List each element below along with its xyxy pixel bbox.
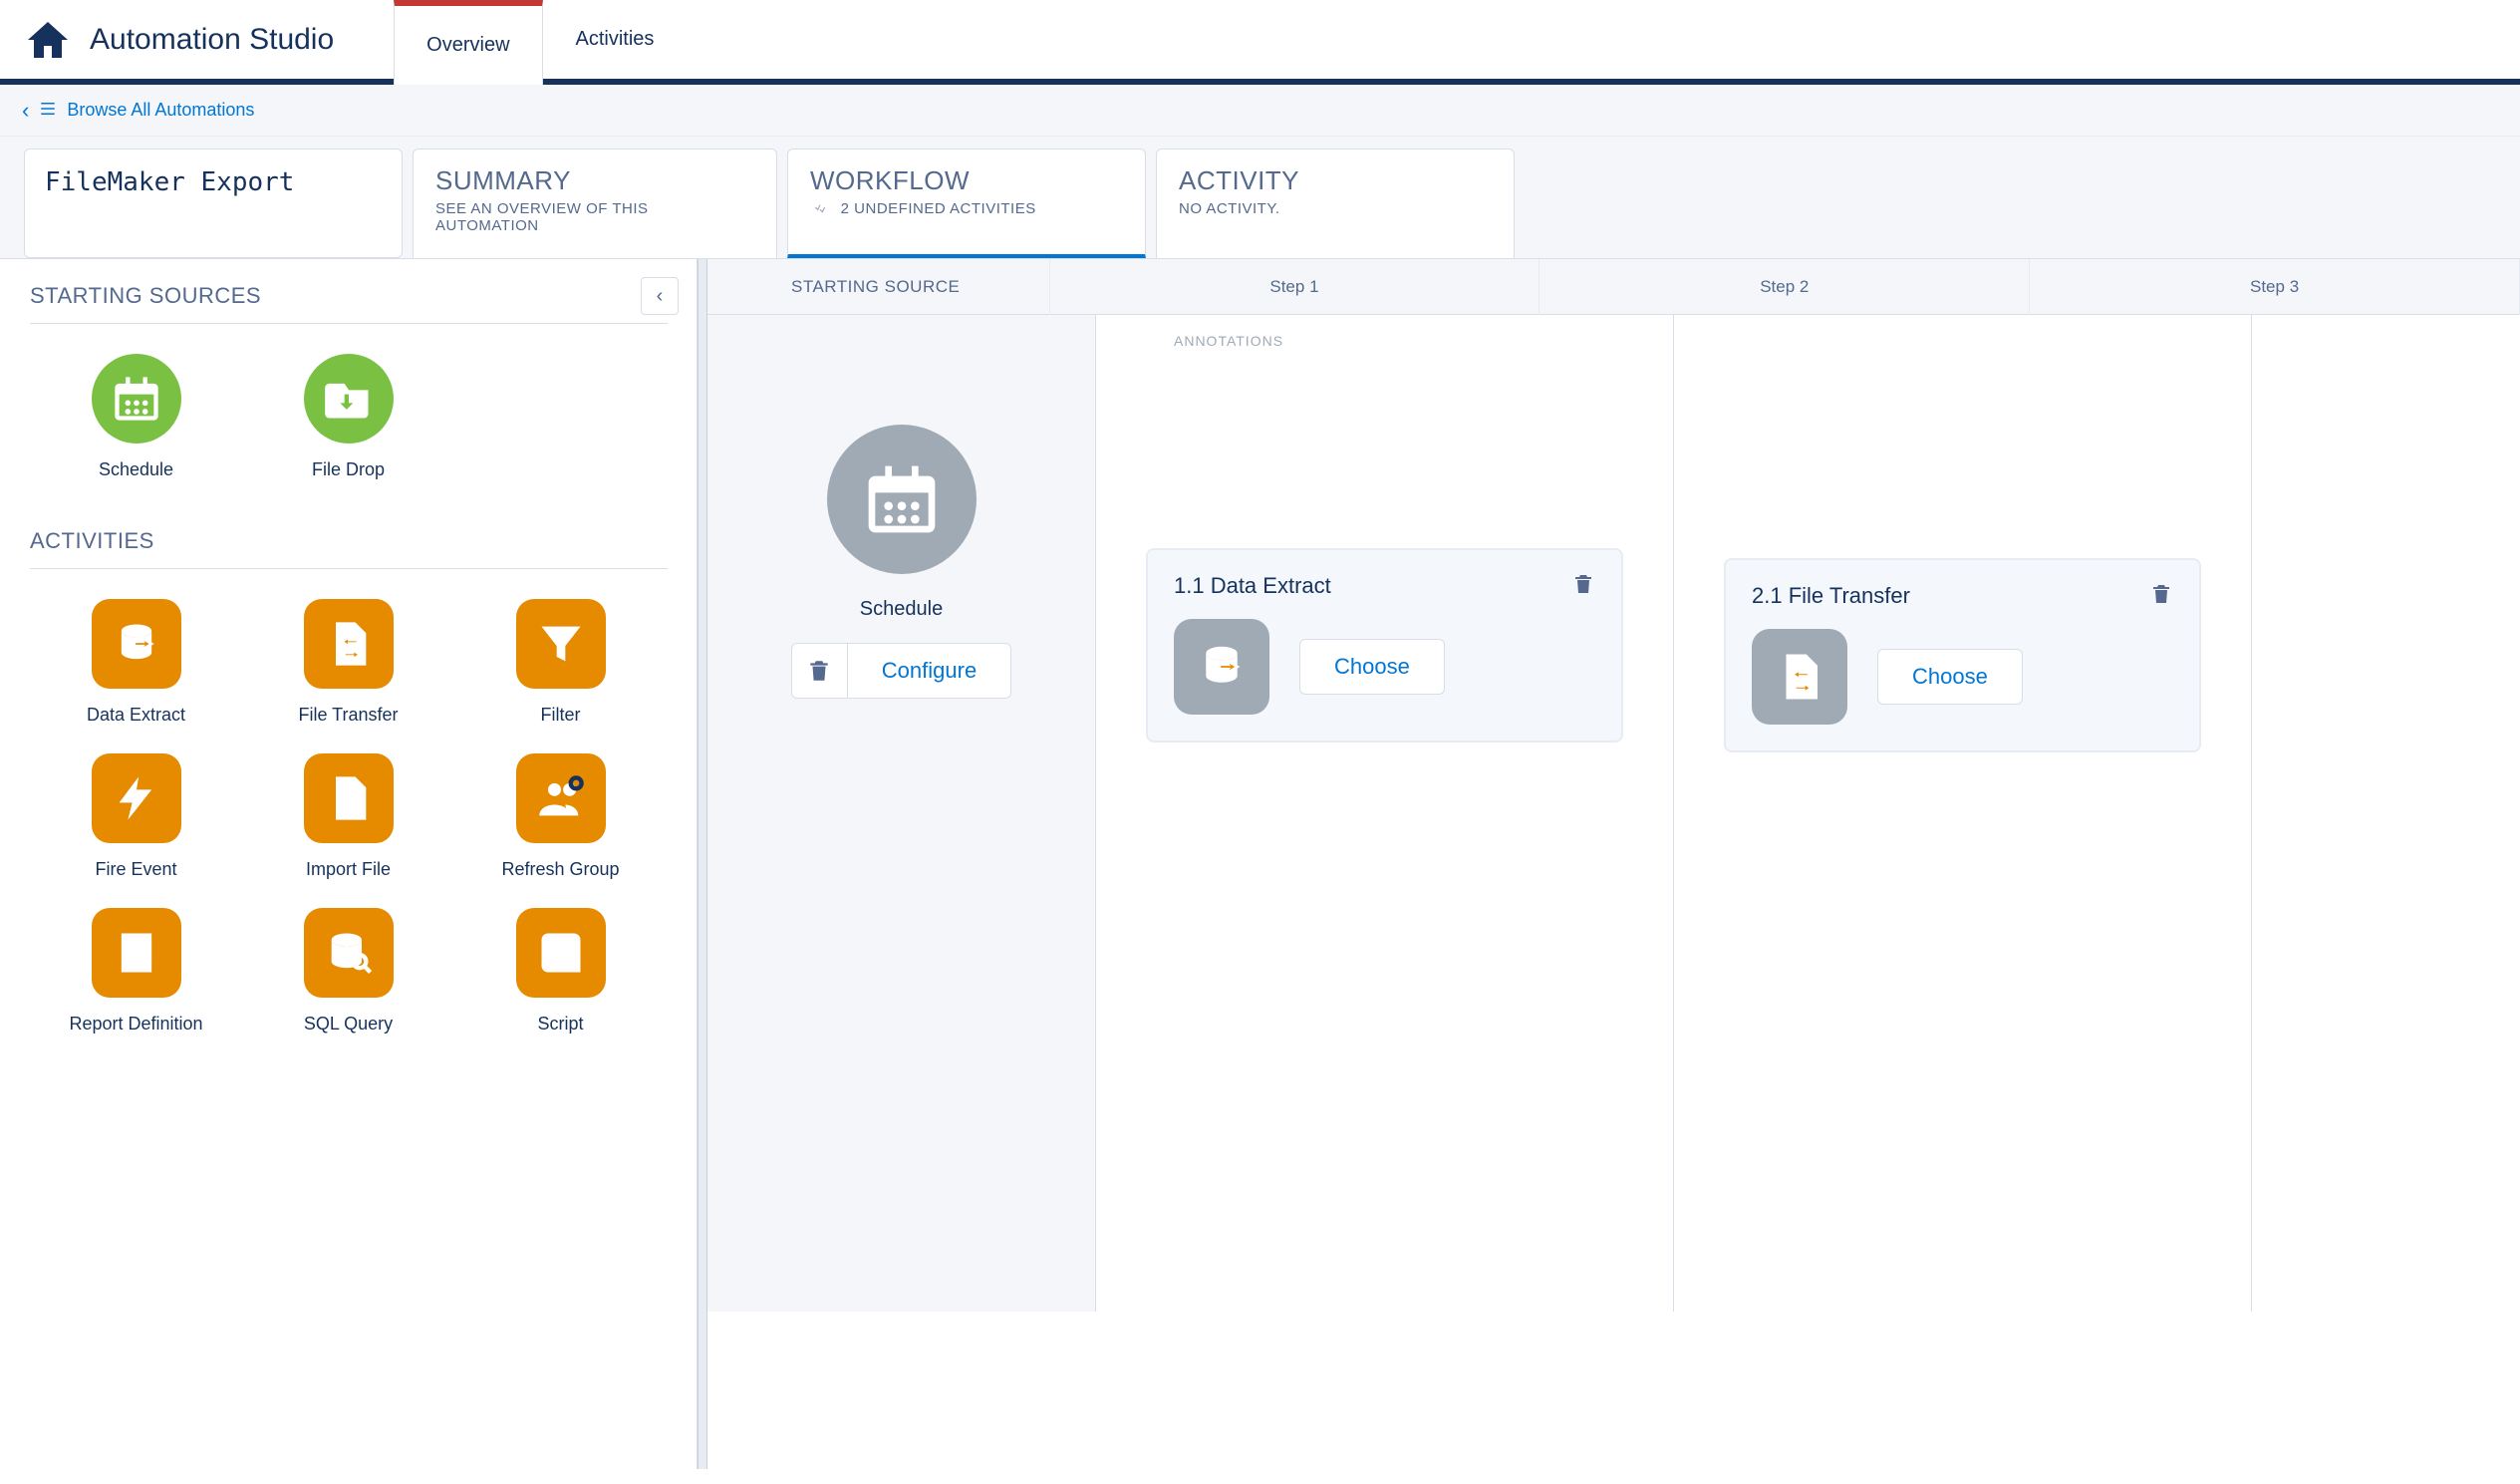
palette-script[interactable]: Script (454, 908, 667, 1035)
palette-item-label: Report Definition (69, 1014, 202, 1035)
home-icon (24, 16, 72, 64)
palette-refresh-group[interactable]: Refresh Group (454, 753, 667, 880)
header-cards: SUMMARY SEE AN OVERVIEW OF THIS AUTOMATI… (0, 137, 2520, 259)
palette-file-transfer[interactable]: File Transfer (242, 599, 454, 726)
col-step-2: Step 2 (1540, 259, 2030, 315)
step-3-column (2252, 315, 2520, 1312)
palette-item-label: File Transfer (298, 705, 398, 726)
breadcrumb-bar: ‹ Browse All Automations (0, 85, 2520, 137)
col-step-3: Step 3 (2030, 259, 2520, 315)
workflow-sub-text: 2 UNDEFINED ACTIVITIES (841, 200, 1036, 217)
scheduled-source-icon (827, 425, 977, 574)
palette-item-label: Data Extract (87, 705, 185, 726)
list-icon (39, 100, 57, 121)
delete-activity-button[interactable] (1571, 572, 1595, 599)
configure-button[interactable]: Configure (847, 643, 1011, 699)
home-button[interactable] (18, 0, 90, 79)
palette-item-label: Script (537, 1014, 583, 1035)
report-icon (111, 927, 162, 979)
activity-card-tab[interactable]: ACTIVITY NO ACTIVITY. (1156, 148, 1515, 258)
palette-import-file[interactable]: Import File (242, 753, 454, 880)
group-refresh-icon (535, 772, 587, 824)
calendar-icon (111, 373, 162, 425)
file-down-icon (323, 772, 375, 824)
palette-item-label: Fire Event (95, 859, 176, 880)
data-extract-icon (111, 618, 162, 670)
delete-source-button[interactable] (791, 643, 847, 699)
vertical-splitter[interactable] (698, 259, 707, 1469)
trash-icon (2149, 582, 2173, 606)
sql-icon (323, 927, 375, 979)
starting-sources-heading: STARTING SOURCES (30, 283, 261, 309)
activity-card-title: 1.1 Data Extract (1174, 573, 1331, 599)
undefined-icon (810, 200, 830, 218)
palette-item-label: Refresh Group (501, 859, 619, 880)
annotations-label: ANNOTATIONS (1096, 315, 1673, 349)
palette-filter[interactable]: Filter (454, 599, 667, 726)
activity-title: ACTIVITY (1179, 165, 1492, 196)
browse-all-link[interactable]: Browse All Automations (67, 100, 254, 121)
funnel-icon (535, 618, 587, 670)
file-transfer-icon (323, 618, 375, 670)
palette-report-definition[interactable]: Report Definition (30, 908, 242, 1035)
palette-item-label: Schedule (99, 459, 173, 480)
palette-filedrop[interactable]: File Drop (242, 354, 454, 480)
summary-title: SUMMARY (435, 165, 754, 196)
delete-activity-button[interactable] (2149, 582, 2173, 609)
data-extract-icon (1174, 619, 1269, 715)
palette-panel: ‹ STARTING SOURCES Schedule File Drop AC… (0, 259, 698, 1469)
script-icon (535, 927, 587, 979)
workflow-canvas: STARTING SOURCE Step 1 Step 2 Step 3 Sch… (707, 259, 2520, 1469)
palette-sql-query[interactable]: SQL Query (242, 908, 454, 1035)
divider (30, 568, 668, 569)
workflow-sub: 2 UNDEFINED ACTIVITIES (810, 200, 1123, 218)
automation-name-input[interactable] (24, 148, 403, 258)
chevron-left-icon[interactable]: ‹ (22, 100, 29, 122)
activity-card-1[interactable]: 1.1 Data Extract Choose (1146, 548, 1623, 742)
col-step-1: Step 1 (1050, 259, 1540, 315)
palette-schedule[interactable]: Schedule (30, 354, 242, 480)
top-nav: Automation Studio Overview Activities (0, 0, 2520, 85)
activity-card-title: 2.1 File Transfer (1752, 583, 1910, 609)
palette-item-label: File Drop (312, 459, 385, 480)
activities-heading: ACTIVITIES (30, 528, 154, 554)
folder-down-icon (323, 373, 375, 425)
step-2-column: 2.1 File Transfer Choose (1674, 315, 2252, 1312)
source-label: Schedule (860, 598, 943, 621)
activity-sub: NO ACTIVITY. (1179, 200, 1492, 217)
source-column: Schedule Configure (707, 315, 1096, 1312)
activity-card-2[interactable]: 2.1 File Transfer Choose (1724, 558, 2201, 752)
palette-item-label: Filter (541, 705, 581, 726)
tab-overview[interactable]: Overview (394, 0, 542, 85)
collapse-palette-button[interactable]: ‹ (641, 277, 679, 315)
app-title: Automation Studio (90, 0, 394, 79)
palette-fire-event[interactable]: Fire Event (30, 753, 242, 880)
workflow-title: WORKFLOW (810, 165, 1123, 196)
divider (30, 323, 668, 324)
trash-icon (1571, 572, 1595, 596)
palette-item-label: Import File (306, 859, 391, 880)
file-transfer-icon (1752, 629, 1847, 725)
workflow-card[interactable]: WORKFLOW 2 UNDEFINED ACTIVITIES (787, 148, 1146, 258)
tab-activities[interactable]: Activities (543, 0, 688, 79)
summary-card[interactable]: SUMMARY SEE AN OVERVIEW OF THIS AUTOMATI… (413, 148, 777, 258)
canvas-header: STARTING SOURCE Step 1 Step 2 Step 3 (707, 259, 2520, 315)
choose-button[interactable]: Choose (1299, 639, 1445, 695)
work-area: ‹ STARTING SOURCES Schedule File Drop AC… (0, 259, 2520, 1469)
palette-data-extract[interactable]: Data Extract (30, 599, 242, 726)
summary-sub: SEE AN OVERVIEW OF THIS AUTOMATION (435, 200, 754, 234)
palette-item-label: SQL Query (304, 1014, 393, 1035)
choose-button[interactable]: Choose (1877, 649, 2023, 705)
calendar-icon (862, 459, 942, 539)
trash-icon (806, 658, 832, 684)
bolt-icon (111, 772, 162, 824)
col-starting-source: STARTING SOURCE (707, 259, 1050, 315)
step-1-column: ANNOTATIONS 1.1 Data Extract Choose (1096, 315, 1674, 1312)
